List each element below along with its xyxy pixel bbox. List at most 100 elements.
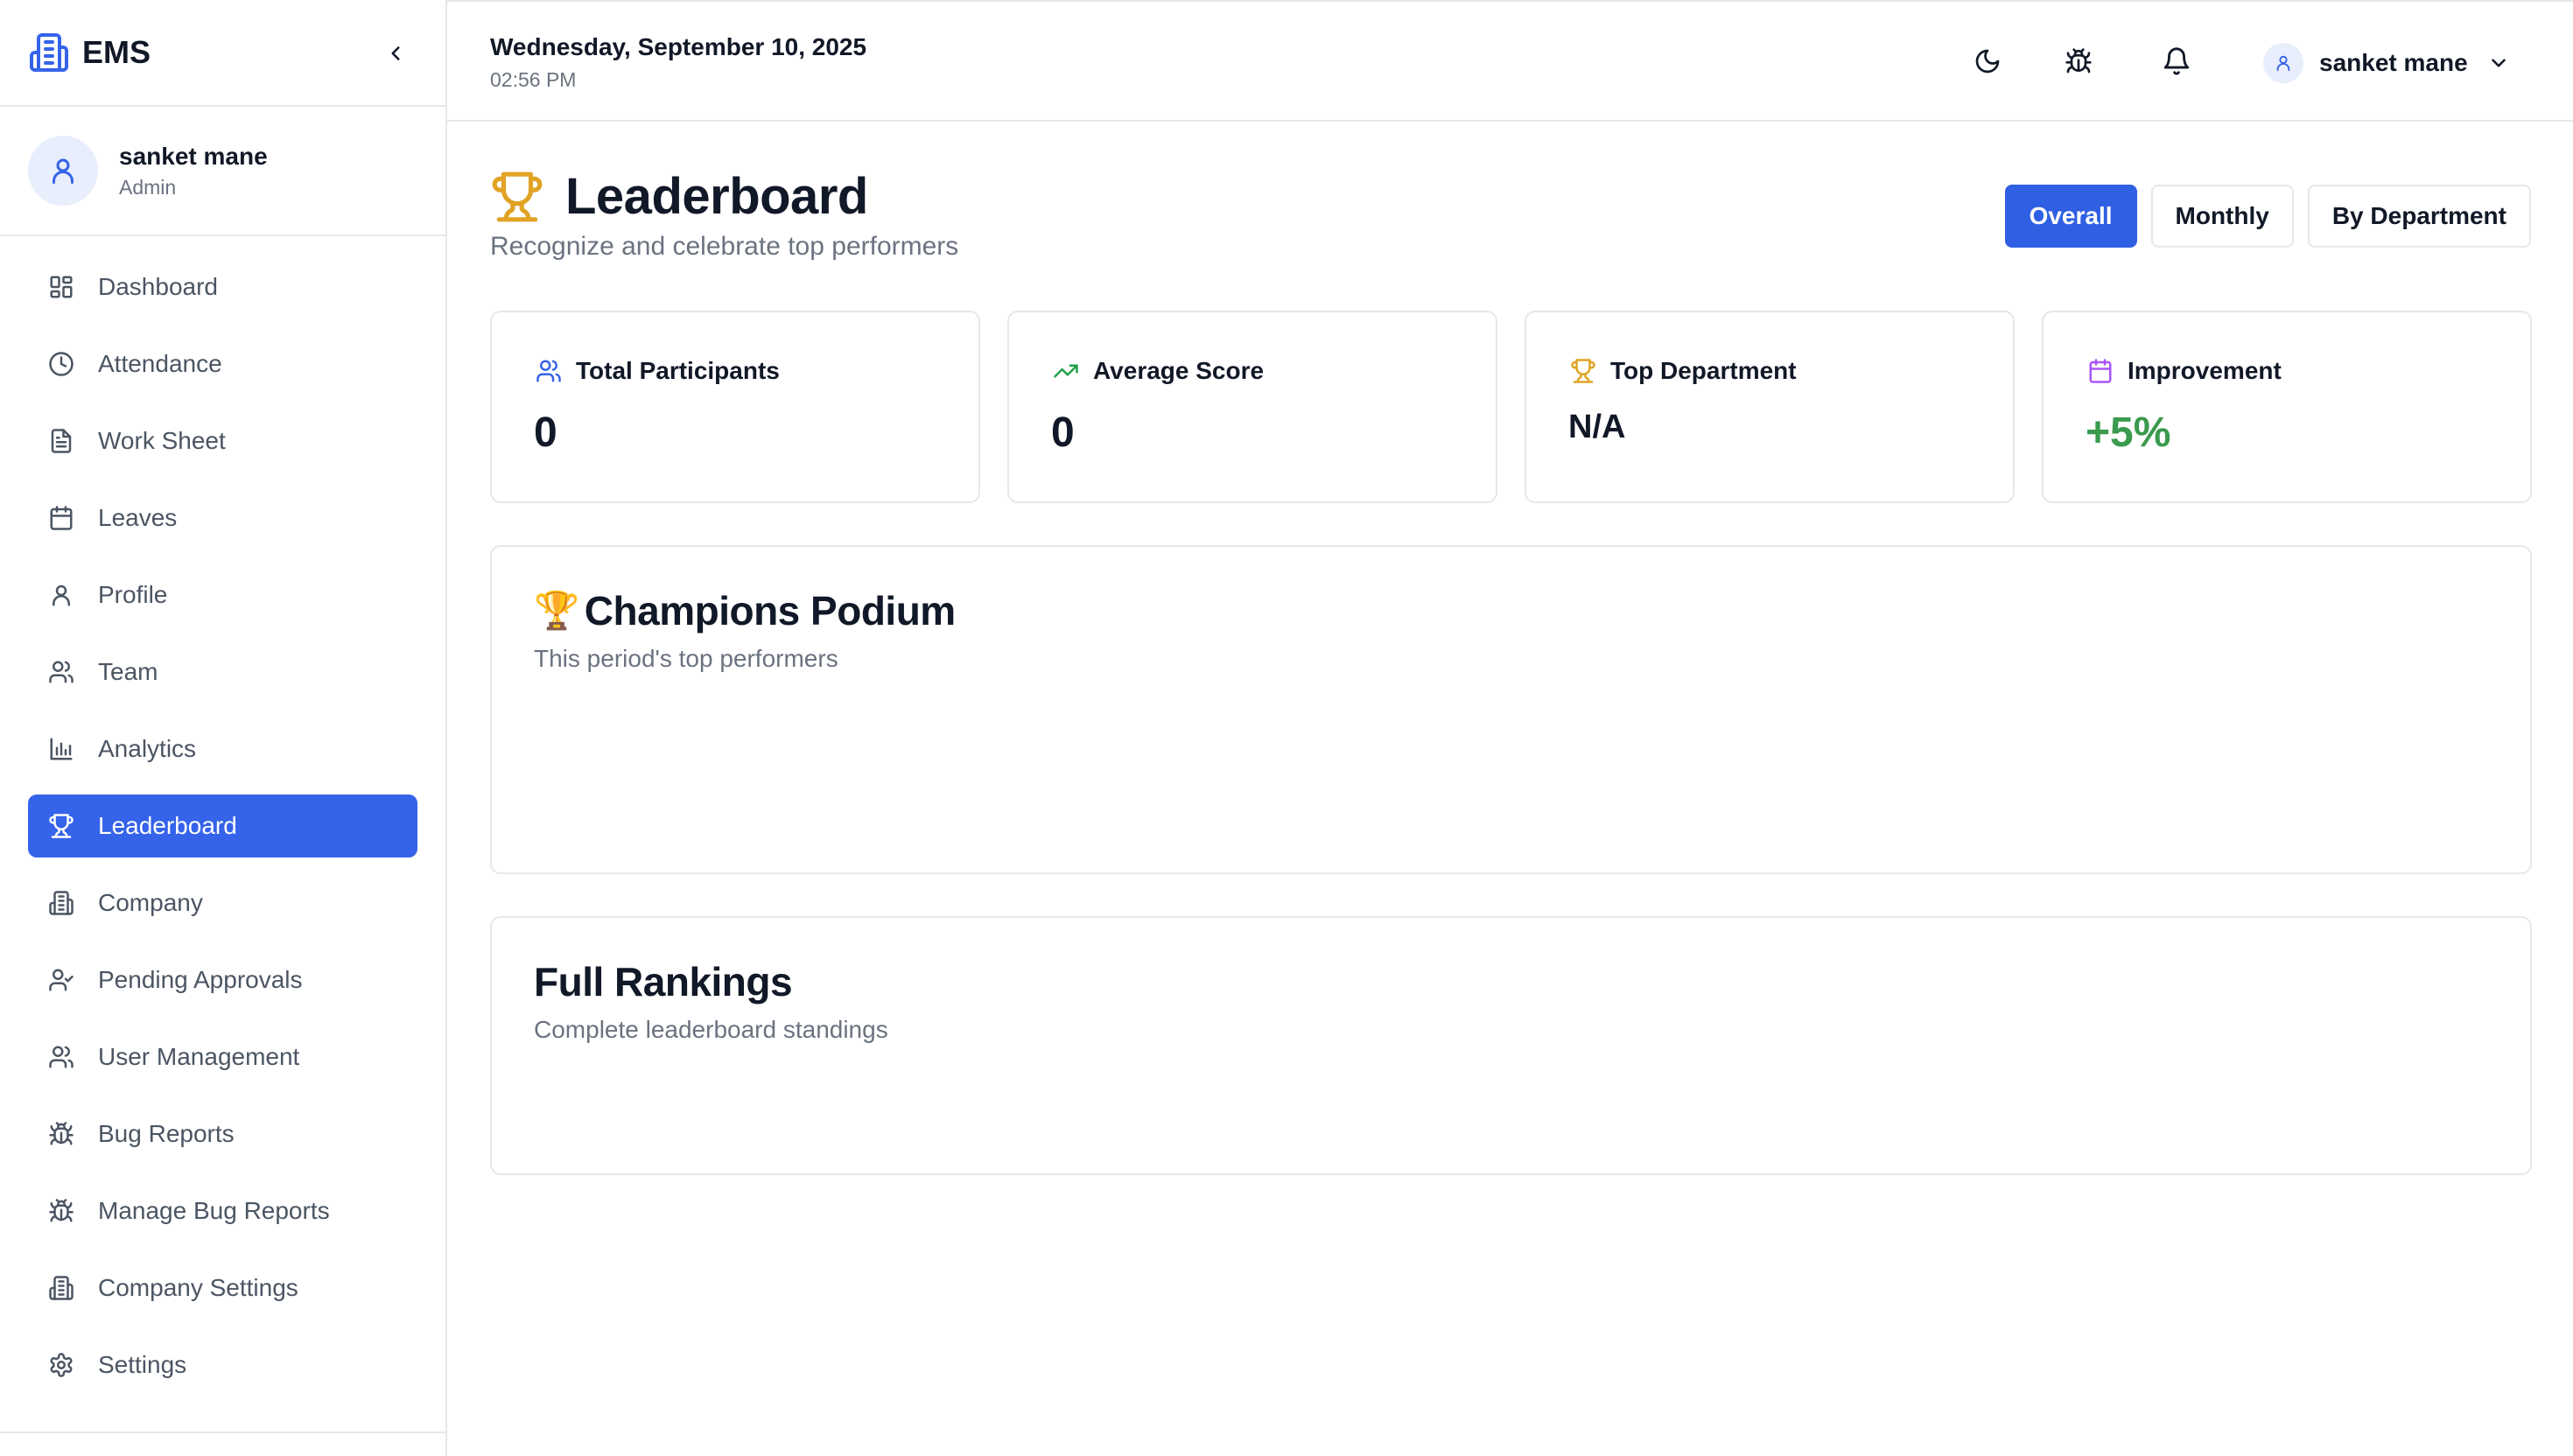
sidebar-item-label: Manage Bug Reports	[98, 1197, 330, 1224]
rankings-title: Full Rankings	[534, 959, 793, 1004]
sidebar-item-label: Leaderboard	[98, 812, 237, 839]
sidebar-item-label: Analytics	[98, 735, 197, 762]
tab-overall[interactable]: Overall	[2004, 185, 2137, 248]
sidebar-divider	[0, 1432, 445, 1433]
bar-chart-icon	[47, 735, 75, 763]
brand-bar: EMS	[0, 0, 445, 107]
sidebar-item-label: Company	[98, 889, 203, 916]
moon-icon	[1975, 49, 2000, 74]
stat-value: N/A	[1568, 409, 1626, 445]
app-root: EMS sanket mane Admin Dashboard Attendan…	[0, 0, 2573, 1456]
sidebar-item-user-management[interactable]: User Management	[28, 1026, 417, 1088]
sidebar-item-team[interactable]: Team	[28, 640, 417, 704]
users-icon	[47, 658, 75, 686]
user-menu-button[interactable]: sanket mane	[2263, 42, 2510, 84]
sidebar-item-label: Settings	[98, 1351, 187, 1378]
sidebar-item-label: Attendance	[98, 350, 222, 377]
sidebar-item-dashboard[interactable]: Dashboard	[28, 256, 417, 318]
user-icon	[2276, 55, 2290, 72]
sidebar-item-leaderboard[interactable]: Leaderboard	[28, 794, 417, 858]
stat-label: Total Participants	[576, 357, 780, 384]
trophy-icon	[1568, 356, 1598, 386]
champions-podium-card: 🏆 Champions Podium This period's top per…	[490, 545, 2532, 874]
header-user-name: sanket mane	[2319, 49, 2468, 76]
stat-value: +5%	[2086, 410, 2171, 456]
dashboard-icon	[47, 273, 75, 301]
header-date: Wednesday, September 10, 2025	[490, 33, 867, 60]
avatar	[28, 136, 98, 206]
bug-icon	[47, 1197, 75, 1225]
trophy-icon	[47, 812, 75, 840]
main-content: Leaderboard Recognize and celebrate top …	[447, 122, 2573, 1456]
sidebar-item-label: Company Settings	[98, 1274, 298, 1301]
sidebar-item-company[interactable]: Company	[28, 872, 417, 934]
sidebar-item-label: Bug Reports	[98, 1120, 235, 1147]
sidebar-item-leaves[interactable]: Leaves	[28, 486, 417, 550]
bell-icon	[2163, 47, 2190, 75]
header-time: 02:56 PM	[490, 68, 577, 91]
brand-name: EMS	[82, 34, 151, 70]
users-icon	[47, 1043, 75, 1071]
calendar-icon	[47, 504, 75, 532]
stat-card-improvement: Improvement +5%	[2042, 311, 2532, 503]
user-icon	[47, 581, 75, 609]
page-title-row: Leaderboard	[490, 167, 868, 226]
trophy-emoji-icon: 🏆	[534, 589, 579, 631]
theme-toggle-button[interactable]	[1972, 46, 2003, 77]
trending-up-icon	[1051, 356, 1081, 386]
sidebar-item-label: Profile	[98, 581, 168, 608]
collapse-sidebar-button[interactable]	[381, 38, 410, 68]
stat-value: 0	[534, 410, 557, 456]
podium-subtitle: This period's top performers	[534, 645, 838, 672]
sidebar-nav: Dashboard Attendance Work Sheet Leaves P…	[0, 236, 445, 1396]
avatar	[2263, 43, 2303, 83]
podium-title-text: Champions Podium	[584, 588, 956, 634]
sidebar-item-label: Work Sheet	[98, 427, 226, 454]
sidebar-item-profile[interactable]: Profile	[28, 564, 417, 626]
stat-label: Average Score	[1093, 357, 1265, 384]
bug-icon	[2065, 48, 2092, 74]
users-icon	[534, 356, 564, 386]
user-icon	[53, 158, 74, 184]
sidebar-item-attendance[interactable]: Attendance	[28, 332, 417, 396]
sidebar-item-label: User Management	[98, 1043, 300, 1070]
bug-icon	[47, 1120, 75, 1148]
stat-card-top-department: Top Department N/A	[1525, 311, 2015, 503]
report-bug-button[interactable]	[2063, 46, 2094, 77]
tab-by-department[interactable]: By Department	[2307, 185, 2531, 248]
building-icon	[47, 889, 75, 917]
podium-title: 🏆 Champions Podium	[534, 587, 956, 634]
sidebar: EMS sanket mane Admin Dashboard Attendan…	[0, 0, 447, 1456]
sidebar-item-pending-approvals[interactable]: Pending Approvals	[28, 948, 417, 1012]
chevron-left-icon	[391, 46, 400, 60]
sidebar-item-settings[interactable]: Settings	[28, 1334, 417, 1396]
sidebar-item-manage-bug-reports[interactable]: Manage Bug Reports	[28, 1180, 417, 1242]
notifications-button[interactable]	[2161, 46, 2192, 77]
stat-label: Top Department	[1610, 357, 1797, 384]
rankings-subtitle: Complete leaderboard standings	[534, 1016, 888, 1043]
sidebar-user-card: sanket mane Admin	[0, 107, 445, 236]
stat-card-total-participants: Total Participants 0	[490, 311, 980, 503]
full-rankings-card: Full Rankings Complete leaderboard stand…	[490, 916, 2532, 1175]
building-icon	[30, 33, 68, 72]
sidebar-item-bug-reports[interactable]: Bug Reports	[28, 1102, 417, 1166]
period-tabs: Overall Monthly By Department	[1991, 185, 2531, 248]
gear-icon	[47, 1351, 75, 1379]
stats-row: Total Participants 0 Average Score 0 Top…	[490, 311, 2532, 503]
sidebar-item-label: Dashboard	[98, 273, 218, 300]
stat-value: 0	[1051, 410, 1075, 456]
page-title: Leaderboard	[565, 168, 868, 225]
sidebar-item-work-sheet[interactable]: Work Sheet	[28, 410, 417, 472]
sidebar-user-name: sanket mane	[119, 142, 268, 170]
chevron-down-icon	[2491, 59, 2506, 67]
user-check-icon	[47, 966, 75, 994]
calendar-icon	[2086, 356, 2115, 386]
sidebar-item-label: Leaves	[98, 504, 178, 531]
tab-monthly[interactable]: Monthly	[2150, 185, 2294, 248]
sidebar-item-analytics[interactable]: Analytics	[28, 718, 417, 780]
sidebar-item-company-settings[interactable]: Company Settings	[28, 1256, 417, 1320]
sidebar-item-label: Team	[98, 658, 158, 685]
page-subtitle: Recognize and celebrate top performers	[490, 232, 959, 261]
sidebar-user-role: Admin	[119, 175, 177, 199]
stat-label: Improvement	[2128, 357, 2282, 384]
